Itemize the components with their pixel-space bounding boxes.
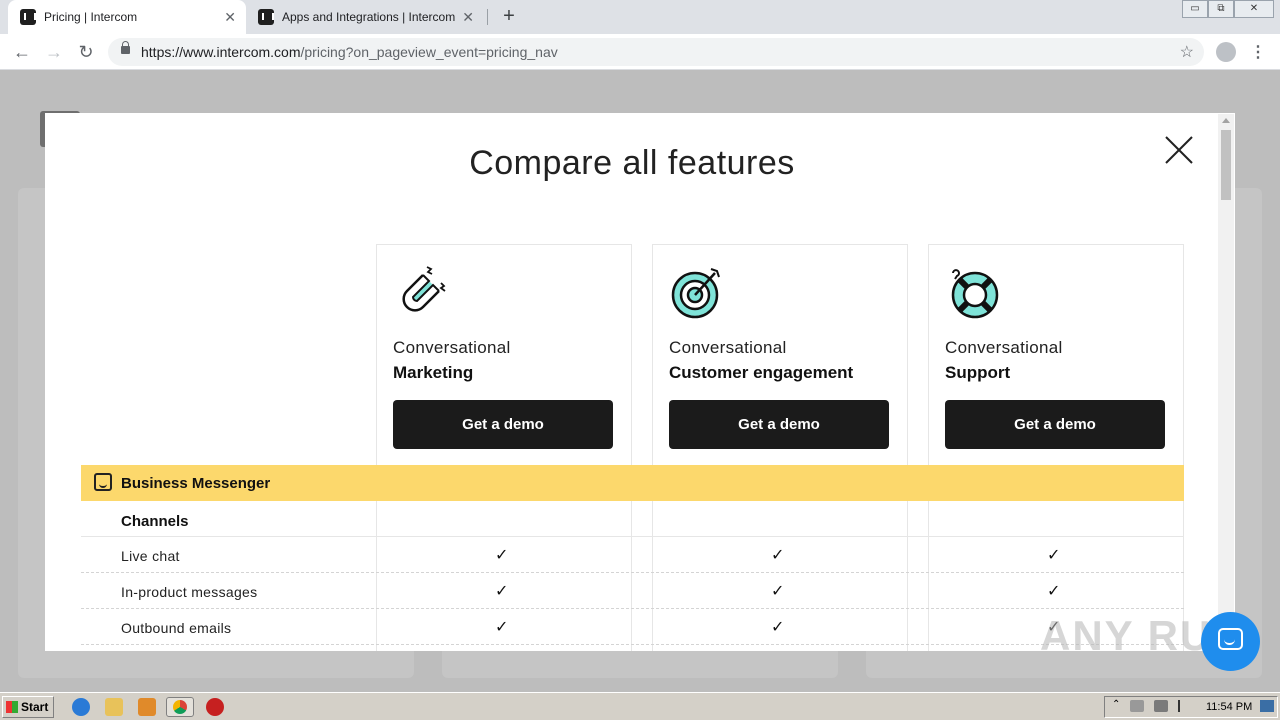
ie-icon[interactable] [72, 698, 90, 716]
address-bar[interactable]: https://www.intercom.com/pricing?on_page… [108, 38, 1204, 66]
plan-name: Support [945, 363, 1011, 382]
url-path: /pricing?on_pageview_event=pricing_nav [300, 44, 558, 60]
close-icon[interactable] [1164, 135, 1194, 165]
clock: 11:54 PM [1206, 701, 1253, 713]
plan-card-support: Conversational Support Get a demo [928, 244, 1184, 466]
start-label: Start [21, 700, 49, 714]
chrome-icon [173, 700, 187, 714]
windows-taskbar: Start ⌃ 11:54 PM [0, 692, 1280, 720]
network-icon[interactable] [1154, 700, 1168, 712]
check-icon: ✓ [495, 547, 509, 564]
magnet-icon [402, 266, 446, 312]
chrome-taskbar-button[interactable] [166, 697, 194, 717]
tab-title: Pricing | Intercom [44, 10, 138, 24]
minimize-button[interactable]: ▭ [1182, 0, 1208, 18]
feature-label: Outbound emails [121, 620, 232, 636]
plan-light-label: Conversational [669, 338, 787, 357]
tab-close-icon[interactable]: ✕ [224, 9, 236, 26]
modal-title: Compare all features [469, 144, 795, 182]
section-header-business-messenger: Business Messenger [81, 465, 1184, 501]
tab-strip: Pricing | Intercom ✕ Apps and Integratio… [0, 0, 1280, 34]
feature-label: In-product messages [121, 584, 258, 600]
feature-label: Live chat [121, 548, 180, 564]
get-demo-button-marketing[interactable]: Get a demo [393, 400, 613, 449]
back-button[interactable]: ← [10, 40, 34, 64]
intercom-favicon-icon [20, 9, 36, 25]
tab-title: Apps and Integrations | Intercom [282, 10, 456, 24]
stop-icon[interactable] [206, 698, 224, 716]
profile-avatar[interactable] [1216, 42, 1236, 62]
lock-icon [121, 41, 130, 54]
target-icon [671, 268, 720, 319]
messenger-icon [94, 473, 112, 491]
get-demo-button-customer-engagement[interactable]: Get a demo [669, 400, 889, 449]
plan-name: Customer engagement [669, 363, 854, 382]
plan-card-customer-engagement: Conversational Customer engagement Get a… [652, 244, 908, 466]
plan-card-marketing: Conversational Marketing Get a demo [376, 244, 632, 466]
window-close-button[interactable]: ✕ [1234, 0, 1274, 18]
lifebuoy-icon [951, 269, 999, 319]
table-row: Live chat ✓ ✓ ✓ [81, 537, 1184, 573]
flag-icon[interactable] [1178, 700, 1190, 712]
section-label: Business Messenger [121, 475, 271, 492]
url-host: https://www.intercom.com [141, 44, 301, 60]
restore-button[interactable]: ⧉ [1208, 0, 1234, 18]
plan-light-label: Conversational [945, 338, 1063, 357]
check-icon: ✓ [771, 583, 785, 600]
browser-menu-button[interactable]: ⋮ [1250, 42, 1266, 62]
check-icon: ✓ [1047, 583, 1061, 600]
url-text: https://www.intercom.com/pricing?on_page… [141, 44, 558, 60]
chat-icon [1218, 628, 1243, 650]
plan-name: Marketing [393, 363, 474, 382]
folder-icon[interactable] [105, 698, 123, 716]
check-icon: ✓ [1047, 547, 1061, 564]
scroll-up-arrow-icon[interactable] [1222, 118, 1230, 123]
scroll-thumb[interactable] [1221, 130, 1231, 200]
tray-expand-icon[interactable]: ⌃ [1112, 699, 1122, 713]
bookmark-star-icon[interactable]: ☆ [1180, 42, 1194, 62]
plan-light-label: Conversational [393, 338, 511, 357]
new-tab-button[interactable]: + [498, 5, 520, 27]
table-row: Outbound emails ✓ ✓ ✓ [81, 609, 1184, 645]
intercom-favicon-icon [258, 9, 274, 25]
check-icon: ✓ [771, 619, 785, 636]
volume-icon[interactable] [1130, 700, 1144, 712]
group-label-channels: Channels [121, 513, 189, 530]
check-icon: ✓ [495, 583, 509, 600]
check-icon: ✓ [495, 619, 509, 636]
start-button[interactable]: Start [2, 696, 54, 718]
forward-button[interactable]: → [42, 40, 66, 64]
media-player-icon[interactable] [138, 698, 156, 716]
tab-apps-integrations[interactable]: Apps and Integrations | Intercom ✕ [246, 0, 484, 34]
browser-toolbar: ← → ↻ https://www.intercom.com/pricing?o… [0, 34, 1280, 70]
tab-close-icon[interactable]: ✕ [462, 9, 474, 26]
windows-logo-icon [6, 701, 18, 713]
get-demo-button-support[interactable]: Get a demo [945, 400, 1165, 449]
modal-scrollbar[interactable] [1218, 114, 1234, 650]
tab-pricing[interactable]: Pricing | Intercom ✕ [8, 0, 246, 34]
chat-launcher-button[interactable] [1201, 612, 1260, 671]
tab-separator [487, 9, 488, 25]
reload-button[interactable]: ↻ [74, 40, 98, 64]
table-row: In-product messages ✓ ✓ ✓ [81, 573, 1184, 609]
check-icon: ✓ [771, 547, 785, 564]
show-desktop-icon[interactable] [1260, 700, 1274, 712]
